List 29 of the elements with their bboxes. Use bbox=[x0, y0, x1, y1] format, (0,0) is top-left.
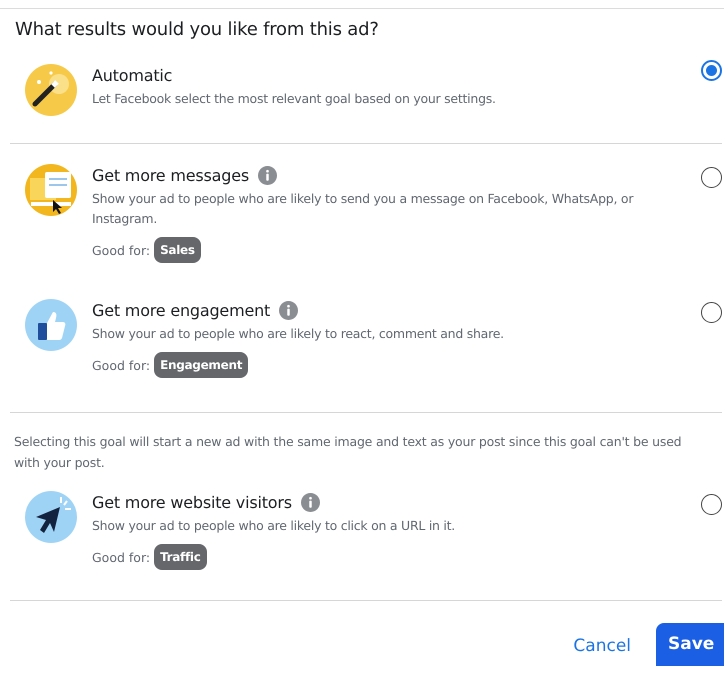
goal-tag: Traffic bbox=[154, 544, 207, 570]
good-for-label: Good for: bbox=[92, 242, 150, 258]
radio-button[interactable] bbox=[701, 494, 722, 515]
goal-tag: Sales bbox=[154, 237, 201, 263]
option-description: Show your ad to people who are likely to send you a message on Facebook, WhatsApp, or Instagram. bbox=[92, 190, 634, 228]
info-icon[interactable] bbox=[300, 492, 320, 512]
magic-wand-icon bbox=[25, 64, 77, 116]
goal-tag: Engagement bbox=[154, 352, 248, 378]
option-title: Automatic bbox=[92, 66, 172, 84]
good-for-label: Good for: bbox=[92, 550, 150, 564]
dialog-title: What results would you like from this ad? bbox=[15, 19, 380, 40]
option-description: Let Facebook select the most relevant goal based on your settings. bbox=[92, 90, 497, 108]
good-for-label: Good for: bbox=[92, 358, 150, 372]
info-icon[interactable] bbox=[258, 166, 277, 184]
chat-window-icon bbox=[25, 164, 77, 216]
option-title: Get more engagement bbox=[92, 300, 270, 320]
radio-button[interactable] bbox=[701, 302, 722, 323]
cancel-button[interactable]: Cancel bbox=[573, 623, 631, 656]
cursor-click-icon bbox=[25, 491, 77, 543]
info-icon[interactable] bbox=[279, 300, 298, 320]
save-button[interactable]: Save bbox=[656, 623, 724, 666]
option-title: Get more messages bbox=[92, 166, 249, 184]
thumbs-up-icon bbox=[25, 299, 77, 351]
goal-note: Selecting this goal will start a new ad with the same image and text as your post since this goal can't be used with your post. bbox=[14, 433, 682, 472]
option-description: Show your ad to people who are likely to click on a URL in it. bbox=[92, 517, 456, 535]
radio-button[interactable] bbox=[701, 60, 722, 81]
option-title: Get more website visitors bbox=[92, 492, 292, 512]
option-description: Show your ad to people who are likely to react, comment and share. bbox=[92, 325, 505, 343]
radio-button[interactable] bbox=[701, 167, 722, 188]
